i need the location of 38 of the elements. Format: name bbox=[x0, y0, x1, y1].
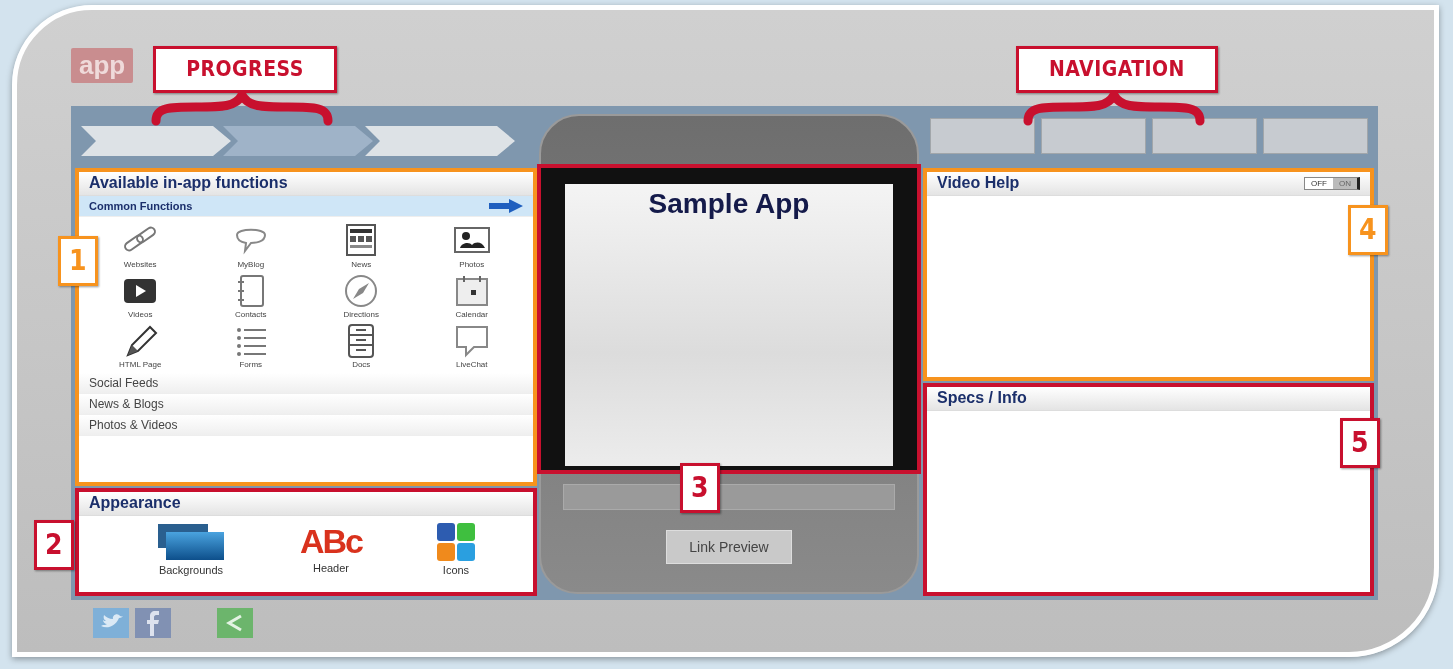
function-label[interactable]: Videos bbox=[128, 310, 153, 319]
arrow-right-icon bbox=[489, 199, 523, 213]
panel-title: Appearance bbox=[89, 494, 181, 512]
panel-title: Specs / Info bbox=[937, 389, 1027, 407]
appearance-label[interactable]: Backgrounds bbox=[158, 564, 224, 576]
app-title: Sample App bbox=[648, 188, 810, 220]
function-label[interactable]: Websites bbox=[123, 260, 157, 269]
logo: app bbox=[71, 48, 134, 83]
panel-title: Video Help bbox=[937, 174, 1020, 192]
function-label[interactable]: LiveChat bbox=[455, 360, 488, 369]
facebook-icon bbox=[135, 608, 171, 638]
callout-label: 3 bbox=[680, 463, 720, 513]
category-row[interactable]: Common Functions bbox=[79, 196, 533, 217]
function-label[interactable]: Directions bbox=[343, 310, 380, 319]
toggle-switch[interactable]: OFF ON bbox=[1304, 176, 1360, 190]
panel-title: Available in-app functions bbox=[89, 174, 288, 192]
appearance-label[interactable]: Header bbox=[312, 562, 349, 574]
callout-label: 2 bbox=[34, 520, 74, 570]
callout-label: 1 bbox=[58, 236, 98, 286]
function-label[interactable]: Photos bbox=[459, 260, 485, 269]
social-icons-icon bbox=[436, 522, 476, 562]
appearance-label[interactable]: Icons bbox=[442, 564, 470, 576]
callout-label: PROGRESS bbox=[153, 46, 337, 93]
function-label[interactable]: MyBlog bbox=[237, 260, 265, 269]
twitter-icon bbox=[93, 608, 129, 638]
function-label[interactable]: News bbox=[351, 260, 372, 269]
function-label[interactable]: Contacts bbox=[234, 310, 267, 319]
function-label[interactable]: Docs bbox=[352, 360, 371, 369]
link-preview-button[interactable]: Link Preview bbox=[666, 530, 792, 564]
callout-label: 5 bbox=[1340, 418, 1380, 468]
share-icon bbox=[217, 608, 253, 638]
function-label[interactable]: Forms bbox=[239, 360, 263, 369]
header-style-icon: ABc bbox=[299, 522, 362, 560]
function-label[interactable]: HTML Page bbox=[119, 360, 162, 369]
callout-label: 4 bbox=[1348, 205, 1388, 255]
function-label[interactable]: Calendar bbox=[455, 310, 488, 319]
backgrounds-icon bbox=[156, 522, 226, 562]
callout-label: NAVIGATION bbox=[1016, 46, 1218, 93]
